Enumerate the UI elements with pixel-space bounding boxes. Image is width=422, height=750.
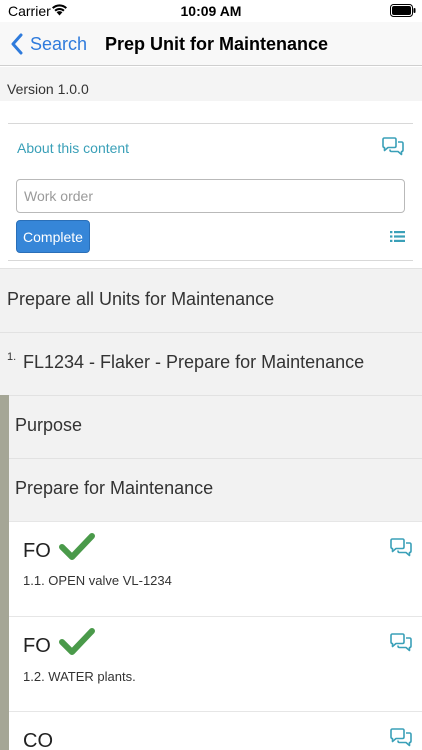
chevron-left-icon xyxy=(11,33,23,55)
complete-button[interactable]: Complete xyxy=(16,220,90,253)
step-instruction: 1.2. WATER plants. xyxy=(23,669,136,684)
comments-icon[interactable] xyxy=(389,633,413,653)
step-instruction: 1.1. OPEN valve VL-1234 xyxy=(23,573,172,588)
prepare-section[interactable]: Prepare for Maintenance xyxy=(9,458,422,521)
navigation-bar: Search Prep Unit for Maintenance xyxy=(0,22,422,66)
checkmark-icon xyxy=(59,533,95,560)
purpose-title: Purpose xyxy=(15,415,83,435)
version-row: Version 1.0.0 xyxy=(0,67,422,101)
comments-icon[interactable] xyxy=(389,728,413,748)
about-content-link[interactable]: About this content xyxy=(17,140,129,156)
list-icon[interactable] xyxy=(390,230,405,243)
content-header-card: About this content Complete xyxy=(8,123,413,261)
page-title: Prep Unit for Maintenance xyxy=(105,34,329,54)
battery-icon xyxy=(390,4,416,17)
step-card[interactable]: FO 1.1. OPEN valve VL-1234 xyxy=(9,521,422,616)
work-order-input[interactable] xyxy=(16,179,405,213)
procedure-number: 1. xyxy=(7,351,17,363)
procedure-title: FL1234 - Flaker - Prepare for Maintenanc… xyxy=(23,352,365,372)
comments-icon[interactable] xyxy=(389,538,413,558)
version-label: Version 1.0.0 xyxy=(7,81,89,97)
step-card[interactable]: FO 1.2. WATER plants. xyxy=(9,616,422,711)
step-card[interactable]: CO xyxy=(9,711,422,750)
section-title: Prepare all Units for Maintenance xyxy=(7,289,275,309)
section-header-top[interactable]: Prepare all Units for Maintenance xyxy=(0,268,422,332)
procedure-rail xyxy=(0,395,9,750)
clock: 10:09 AM xyxy=(180,3,242,19)
back-button[interactable]: Search xyxy=(10,31,87,57)
step-role: FO xyxy=(23,635,51,657)
checkmark-icon xyxy=(59,628,95,655)
back-label: Search xyxy=(30,33,88,54)
step-role: FO xyxy=(23,540,51,562)
procedure-header[interactable]: 1. FL1234 - Flaker - Prepare for Mainten… xyxy=(0,332,422,395)
step-role: CO xyxy=(23,730,53,750)
comments-icon[interactable] xyxy=(381,137,405,157)
purpose-section[interactable]: Purpose xyxy=(9,395,422,458)
prepare-title: Prepare for Maintenance xyxy=(15,478,214,498)
status-bar: Carrier 10:09 AM xyxy=(0,0,422,22)
